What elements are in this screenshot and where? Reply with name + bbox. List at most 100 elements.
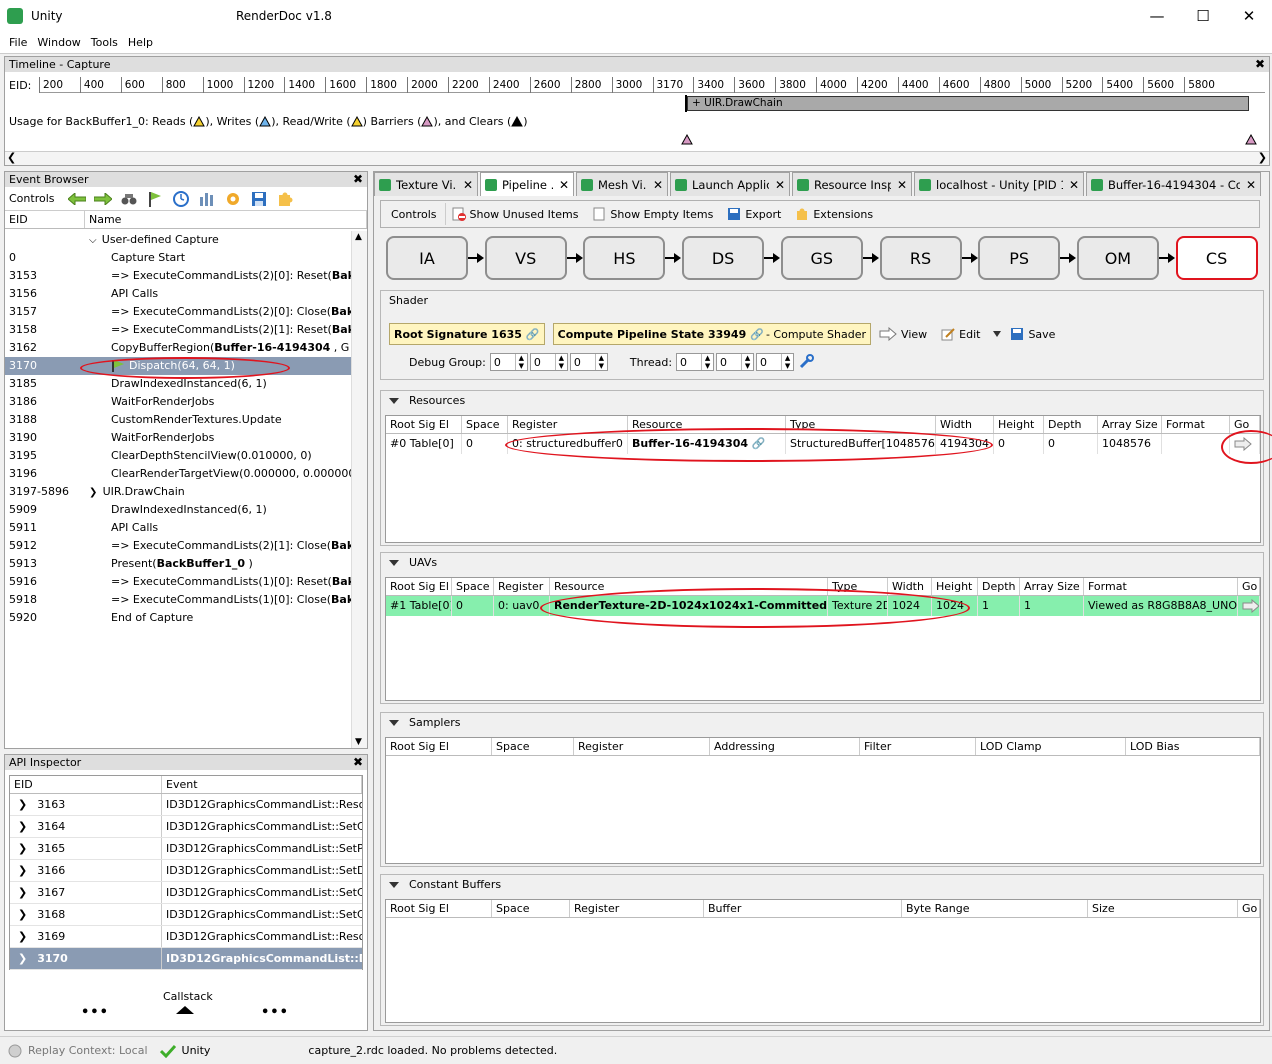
event-row[interactable]: 5918 => ExecuteCommandLists(1)[0]: Close(… <box>5 591 351 609</box>
barrier-marker-icon[interactable] <box>1245 134 1257 145</box>
column-header[interactable]: Root Sig El <box>386 578 452 595</box>
event-row[interactable]: 3186 WaitForRenderJobs <box>5 393 351 411</box>
expander-icon[interactable]: ⌵ <box>89 235 100 246</box>
save-icon[interactable] <box>249 190 269 208</box>
tab-3[interactable]: Launch Applic... ✕ <box>670 172 790 196</box>
event-row[interactable]: 3190 WaitForRenderJobs <box>5 429 351 447</box>
api-row[interactable]: ❯ 3169 ID3D12GraphicsCommandList::Resourc.… <box>10 926 362 948</box>
event-row[interactable]: 3196 ClearRenderTargetView(0.000000, 0.00… <box>5 465 351 483</box>
event-row[interactable]: 5920 End of Capture <box>5 609 351 627</box>
menu-tools[interactable]: Tools <box>86 32 123 49</box>
menu-help[interactable]: Help <box>123 32 158 49</box>
stage-vs[interactable]: VS <box>484 236 567 280</box>
samplers-section-header[interactable]: Samplers <box>381 713 1263 733</box>
close-icon[interactable]: ✖ <box>1255 57 1265 71</box>
api-row[interactable]: ❯ 3164 ID3D12GraphicsCommandList::SetCom..… <box>10 816 362 838</box>
pso-chip[interactable]: Compute Pipeline State 33949 🔗 - Compute … <box>552 323 872 345</box>
uavs-section-header[interactable]: UAVs <box>381 553 1263 573</box>
api-row[interactable]: ❯ 3170 ID3D12GraphicsCommandList::Di... <box>10 948 362 970</box>
more-left-icon[interactable]: ••• <box>81 1005 109 1020</box>
column-header[interactable]: Register <box>574 738 710 755</box>
minimize-button[interactable]: — <box>1134 0 1180 32</box>
stage-hs[interactable]: HS <box>583 236 666 280</box>
tab-0[interactable]: Texture Vi... ✕ <box>374 172 478 196</box>
puzzle-icon[interactable] <box>275 190 295 208</box>
column-header[interactable]: Register <box>494 578 550 595</box>
event-row[interactable]: 3195 ClearDepthStencilView(0.010000, 0) <box>5 447 351 465</box>
thread-y[interactable]: 0 ▲ ▼ <box>716 353 755 371</box>
prev-arrow-icon[interactable] <box>67 190 87 208</box>
menu-window[interactable]: Window <box>32 32 85 49</box>
stage-ds[interactable]: DS <box>682 236 765 280</box>
column-header[interactable]: Array Size <box>1020 578 1084 595</box>
event-row[interactable]: 3158 => ExecuteCommandLists(2)[1]: Reset(… <box>5 321 351 339</box>
barrier-marker-icon[interactable] <box>681 134 693 145</box>
callstack-label[interactable]: Callstack <box>163 990 213 1003</box>
drawchain-bar[interactable]: + UIR.DrawChain <box>687 96 1249 111</box>
close-icon[interactable]: ✕ <box>1069 178 1079 192</box>
chevron-right-icon[interactable]: ❯ <box>18 816 27 838</box>
close-icon[interactable]: ✕ <box>653 178 663 192</box>
stage-rs[interactable]: RS <box>879 236 962 280</box>
timeline-ruler[interactable]: 200 400 600 800 1000 1200 1400 1600 1800 2000 2200… <box>39 77 1265 93</box>
stage-om[interactable]: OM <box>1076 236 1159 280</box>
debug-group-y[interactable]: 0 ▲ ▼ <box>529 353 568 371</box>
event-row[interactable]: 5913 Present(BackBuffer1_0 ) <box>5 555 351 573</box>
close-icon[interactable]: ✕ <box>897 178 907 192</box>
show-empty-button[interactable]: Show Empty Items <box>592 207 713 221</box>
column-header[interactable]: Format <box>1084 578 1238 595</box>
tab-6[interactable]: Buffer-16-4194304 - Con... ✕ <box>1086 172 1261 196</box>
thread-z[interactable]: 0 ▲ ▼ <box>756 353 795 371</box>
more-right-icon[interactable]: ••• <box>261 1005 289 1020</box>
extensions-button[interactable]: Extensions <box>795 207 873 221</box>
column-header[interactable]: Addressing <box>710 738 860 755</box>
find-icon[interactable] <box>119 190 139 208</box>
event-row[interactable]: 3188 CustomRenderTextures.Update <box>5 411 351 429</box>
col-eid[interactable]: EID <box>10 776 162 793</box>
close-icon[interactable]: ✖ <box>353 755 363 769</box>
close-icon[interactable]: ✖ <box>353 172 363 186</box>
col-name[interactable]: Name <box>85 211 367 228</box>
show-unused-button[interactable]: Show Unused Items <box>452 207 578 221</box>
column-header[interactable]: LOD Clamp <box>976 738 1126 755</box>
chevron-right-icon[interactable]: ❯ <box>18 948 27 970</box>
event-row[interactable]: 3162 CopyBufferRegion(Buffer-16-4194304 ,… <box>5 339 351 357</box>
event-row[interactable]: 5912 => ExecuteCommandLists(2)[1]: Close(… <box>5 537 351 555</box>
event-row[interactable]: 3157 => ExecuteCommandLists(2)[0]: Close(… <box>5 303 351 321</box>
column-header[interactable]: Root Sig El <box>386 900 492 917</box>
column-header[interactable]: Array Size <box>1098 416 1162 433</box>
columns-icon[interactable] <box>197 190 217 208</box>
col-event[interactable]: Event <box>162 776 362 793</box>
column-header[interactable]: Register <box>570 900 704 917</box>
event-row[interactable]: ⌵ User-defined Capture <box>5 231 351 249</box>
column-header[interactable]: LOD Bias <box>1126 738 1260 755</box>
column-header[interactable]: Go <box>1238 578 1260 595</box>
column-header[interactable]: Size <box>1088 900 1238 917</box>
column-header[interactable]: Width <box>936 416 994 433</box>
api-row[interactable]: ❯ 3166 ID3D12GraphicsCommandList::SetDesc.… <box>10 860 362 882</box>
replay-context-label[interactable]: Replay Context: Local <box>28 1044 148 1057</box>
column-header[interactable]: Root Sig El <box>386 738 492 755</box>
next-arrow-icon[interactable] <box>93 190 113 208</box>
event-row[interactable]: 3153 => ExecuteCommandLists(2)[0]: Reset(… <box>5 267 351 285</box>
timeline-scrollbar[interactable]: ❮ ❯ <box>5 151 1269 165</box>
column-header[interactable]: Space <box>492 738 574 755</box>
root-signature-chip[interactable]: Root Signature 1635 🔗 <box>389 323 545 345</box>
chevron-right-icon[interactable]: ❯ <box>18 904 27 926</box>
column-header[interactable]: Format <box>1162 416 1230 433</box>
wrench-icon[interactable] <box>798 354 815 370</box>
close-icon[interactable]: ✕ <box>1246 178 1256 192</box>
event-row[interactable]: 5909 DrawIndexedInstanced(6, 1) <box>5 501 351 519</box>
column-header[interactable]: Height <box>994 416 1044 433</box>
stage-gs[interactable]: GS <box>780 236 863 280</box>
column-header[interactable]: Go <box>1238 900 1260 917</box>
event-row[interactable]: 0 Capture Start <box>5 249 351 267</box>
thread-x[interactable]: 0 ▲ ▼ <box>676 353 715 371</box>
settings-icon[interactable] <box>223 190 243 208</box>
chevron-right-icon[interactable]: ❯ <box>18 882 27 904</box>
event-list-scrollbar[interactable]: ▲ ▼ <box>351 231 367 748</box>
api-row[interactable]: ❯ 3167 ID3D12GraphicsCommandList::SetCom..… <box>10 882 362 904</box>
column-header[interactable]: Filter <box>860 738 976 755</box>
column-header[interactable]: Root Sig El <box>386 416 462 433</box>
callstack-expand-icon[interactable] <box>175 1005 195 1015</box>
